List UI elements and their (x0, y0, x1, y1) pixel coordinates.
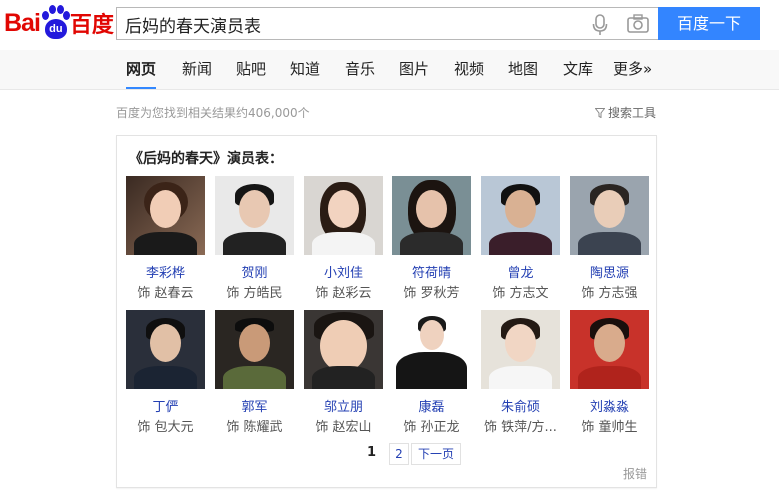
cast-item[interactable] (215, 310, 294, 389)
page-2-link[interactable]: 2 (389, 443, 409, 465)
actor-name[interactable]: 朱俞硕 (481, 396, 560, 415)
actor-photo[interactable] (481, 310, 560, 389)
search-button[interactable]: 百度一下 (658, 7, 760, 40)
logo-paw-text: du (49, 23, 63, 35)
actor-role: 饰 罗秋芳 (403, 286, 460, 301)
cast-item[interactable] (215, 176, 294, 255)
paw-icon: du (41, 5, 70, 41)
actor-name[interactable]: 郭军 (215, 396, 294, 415)
next-page-link[interactable]: 下一页 (411, 443, 461, 465)
actor-name[interactable]: 贺刚 (215, 262, 294, 281)
actor-photo[interactable] (304, 176, 383, 255)
actor-role: 饰 童帅生 (581, 420, 638, 435)
actor-photo[interactable] (126, 310, 205, 389)
cast-item[interactable] (304, 176, 383, 255)
logo-chinese: 百度 (69, 13, 114, 38)
actor-photo[interactable] (392, 176, 471, 255)
page-current: 1 (367, 445, 377, 460)
tab-wenku[interactable]: 文库 (563, 50, 593, 89)
baidu-logo[interactable]: Bai du 百度 (4, 3, 114, 43)
actor-name[interactable]: 李彩桦 (126, 262, 205, 281)
tab-images[interactable]: 图片 (399, 50, 429, 89)
cast-item[interactable] (126, 176, 205, 255)
nav-bar: 网页 新闻 贴吧 知道 音乐 图片 视频 地图 文库 更多» (0, 50, 779, 90)
tab-more[interactable]: 更多» (613, 50, 652, 89)
search-input[interactable] (125, 12, 585, 36)
actor-name[interactable]: 丁俨 (126, 396, 205, 415)
actor-photo[interactable] (126, 176, 205, 255)
filter-icon (595, 107, 605, 118)
cast-item[interactable] (304, 310, 383, 389)
actor-photo[interactable] (215, 310, 294, 389)
cast-item[interactable] (570, 310, 649, 389)
cast-item[interactable] (392, 176, 471, 255)
camera-icon[interactable] (627, 14, 649, 34)
actor-photo[interactable] (570, 310, 649, 389)
actor-name[interactable]: 康磊 (392, 396, 471, 415)
actor-name[interactable]: 曾龙 (481, 262, 560, 281)
actor-name[interactable]: 陶思源 (570, 262, 649, 281)
actor-photo[interactable] (304, 310, 383, 389)
actor-role: 饰 方皓民 (226, 286, 283, 301)
actor-name[interactable]: 刘淼淼 (570, 396, 649, 415)
actor-role: 饰 陈耀武 (226, 420, 283, 435)
tab-map[interactable]: 地图 (508, 50, 538, 89)
tab-video[interactable]: 视频 (454, 50, 484, 89)
tab-music[interactable]: 音乐 (345, 50, 375, 89)
tab-news[interactable]: 新闻 (182, 50, 212, 89)
actor-role: 饰 赵春云 (137, 286, 194, 301)
actor-name[interactable]: 符荷晴 (392, 262, 471, 281)
actor-name[interactable]: 小刘佳 (304, 262, 383, 281)
cast-card: 《后妈的春天》演员表： 李彩桦 饰 赵春云 贺刚 饰 方皓民 小刘佳 饰 赵彩云… (116, 135, 657, 488)
actor-name[interactable]: 邬立朋 (304, 396, 383, 415)
actor-photo[interactable] (392, 310, 471, 389)
tab-tieba[interactable]: 贴吧 (236, 50, 266, 89)
card-title[interactable]: 《后妈的春天》演员表： (129, 148, 283, 168)
tab-web[interactable]: 网页 (126, 50, 157, 89)
microphone-icon[interactable] (592, 14, 608, 36)
actor-role: 饰 方志文 (492, 286, 549, 301)
cast-item[interactable] (570, 176, 649, 255)
search-tools-label: 搜索工具 (608, 106, 657, 120)
report-error-link[interactable]: 报错 (623, 465, 647, 482)
search-tools-button[interactable]: 搜索工具 (595, 104, 656, 121)
actor-role: 饰 赵宏山 (315, 420, 372, 435)
actor-role: 饰 铁萍/方... (484, 420, 557, 435)
cast-item[interactable] (126, 310, 205, 389)
actor-role: 饰 赵彩云 (315, 286, 372, 301)
cast-item[interactable] (481, 176, 560, 255)
actor-role: 饰 孙正龙 (403, 420, 460, 435)
actor-photo[interactable] (481, 176, 560, 255)
actor-role: 饰 包大元 (137, 420, 194, 435)
search-box (116, 7, 658, 40)
logo-latin: Bai (4, 8, 41, 37)
header: Bai du 百度 百度一下 (0, 0, 779, 50)
result-count: 百度为您找到相关结果约406,000个 (116, 106, 310, 120)
actor-role: 饰 方志强 (581, 286, 638, 301)
actor-photo[interactable] (570, 176, 649, 255)
tab-zhidao[interactable]: 知道 (290, 50, 320, 89)
cast-item[interactable] (392, 310, 471, 389)
cast-item[interactable] (481, 310, 560, 389)
actor-photo[interactable] (215, 176, 294, 255)
